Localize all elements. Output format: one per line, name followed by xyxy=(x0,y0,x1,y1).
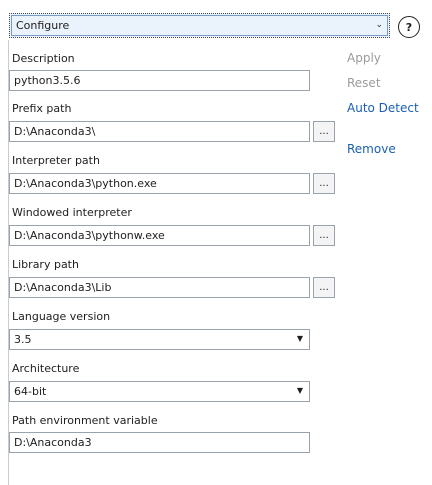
architecture-select[interactable]: 64-bit ▼ xyxy=(9,381,310,402)
language-version-value: 3.5 xyxy=(14,333,32,346)
architecture-value: 64-bit xyxy=(14,385,47,398)
chevron-down-icon: ▼ xyxy=(296,386,303,395)
prefix-path-label: Prefix path xyxy=(12,102,72,115)
prefix-path-browse-button[interactable]: ... xyxy=(313,121,335,142)
description-field[interactable]: python3.5.6 xyxy=(9,70,310,91)
prefix-path-field[interactable]: D:\Anaconda3\ xyxy=(9,121,310,142)
library-path-field[interactable]: D:\Anaconda3\Lib xyxy=(9,277,310,298)
interpreter-path-label: Interpreter path xyxy=(12,154,100,167)
path-env-var-label: Path environment variable xyxy=(12,414,158,427)
path-env-var-field[interactable]: D:\Anaconda3 xyxy=(9,432,310,453)
chevron-down-icon: ⌄ xyxy=(375,20,383,30)
chevron-down-icon: ▼ xyxy=(296,334,303,343)
configure-dropdown[interactable]: Configure ⌄ xyxy=(9,13,390,38)
language-version-select[interactable]: 3.5 ▼ xyxy=(9,329,310,350)
interpreter-path-field[interactable]: D:\Anaconda3\python.exe xyxy=(9,173,310,194)
windowed-interpreter-label: Windowed interpreter xyxy=(12,206,132,219)
help-button[interactable]: ? xyxy=(398,16,420,38)
environment-config-panel: Configure ⌄ ? Description python3.5.6 Pr… xyxy=(0,0,432,485)
remove-button[interactable]: Remove xyxy=(347,142,396,156)
windowed-interpreter-field[interactable]: D:\Anaconda3\pythonw.exe xyxy=(9,225,310,246)
library-path-browse-button[interactable]: ... xyxy=(313,277,335,298)
reset-button[interactable]: Reset xyxy=(347,76,381,90)
architecture-label: Architecture xyxy=(12,362,80,375)
description-label: Description xyxy=(12,52,75,65)
windowed-interpreter-browse-button[interactable]: ... xyxy=(313,225,335,246)
interpreter-path-browse-button[interactable]: ... xyxy=(313,173,335,194)
library-path-label: Library path xyxy=(12,258,79,271)
auto-detect-button[interactable]: Auto Detect xyxy=(347,101,419,115)
apply-button[interactable]: Apply xyxy=(347,51,381,65)
panel-divider xyxy=(8,40,9,485)
language-version-label: Language version xyxy=(12,310,111,323)
configure-dropdown-value: Configure xyxy=(16,19,70,32)
